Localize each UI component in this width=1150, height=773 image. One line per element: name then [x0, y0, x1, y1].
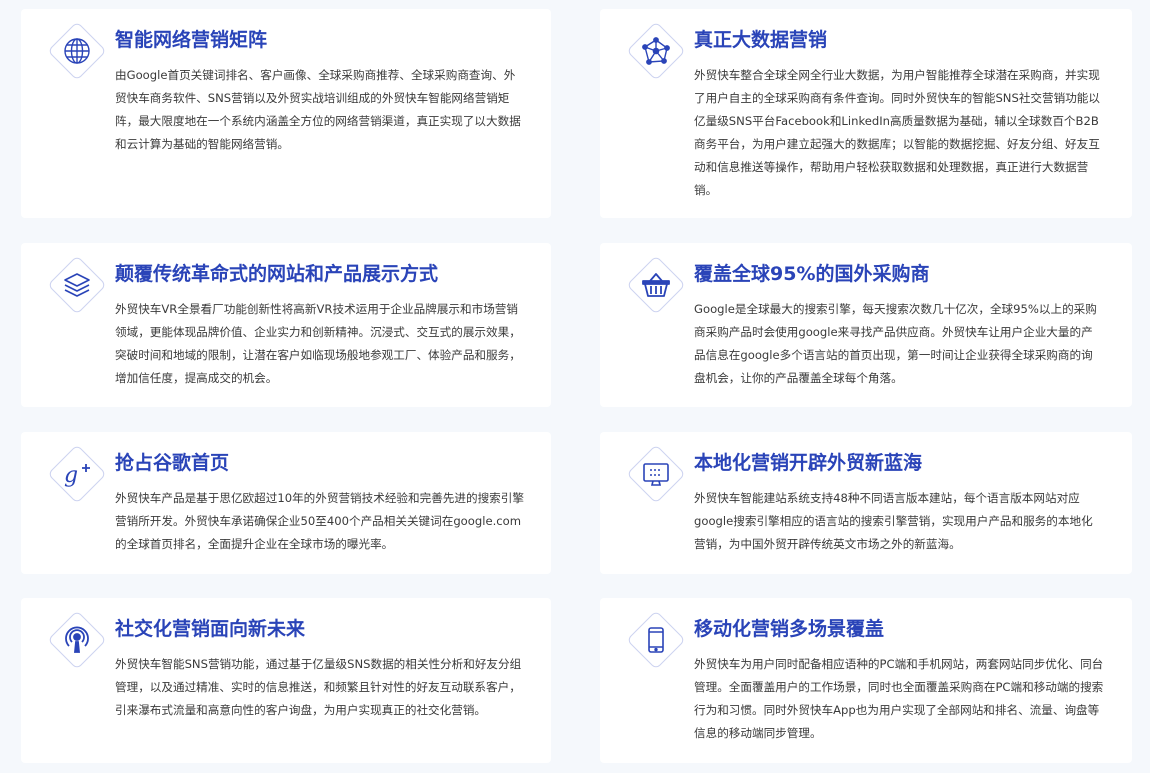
feature-title: 智能网络营销矩阵 — [115, 29, 268, 51]
feature-description: 外贸快车整合全球全网全行业大数据，为用户智能推荐全球潜在采购商，并实现了用户自主… — [694, 68, 1100, 197]
feature-card: 智能网络营销矩阵 由Google首页关键词排名、客户画像、全球采购商推荐、全球采… — [21, 9, 551, 218]
monitor-icon — [626, 444, 686, 504]
feature-description: 外贸快车为用户同时配备相应语种的PC端和手机网站，两套网站同步优化、同台管理。全… — [694, 657, 1104, 740]
globe-icon — [47, 21, 107, 81]
feature-card: 覆盖全球95%的国外采购商 Google是全球最大的搜索引擎，每天搜索次数几十亿… — [600, 243, 1132, 407]
feature-description: 外贸快车智能SNS营销功能，通过基于亿量级SNS数据的相关性分析和好友分组管理，… — [115, 657, 522, 717]
mobile-phone-icon — [626, 610, 686, 670]
network-icon — [626, 21, 686, 81]
podcast-icon — [47, 610, 107, 670]
feature-title: 社交化营销面向新未来 — [115, 618, 306, 640]
feature-card: g 抢占谷歌首页 外贸快车产品是基于思亿欧超过10年的外贸营销技术经验和完善先进… — [21, 432, 551, 574]
feature-description: 外贸快车智能建站系统支持48种不同语言版本建站，每个语言版本网站对应google… — [694, 491, 1093, 551]
basket-icon — [626, 255, 686, 315]
feature-title: 本地化营销开辟外贸新蓝海 — [694, 452, 923, 474]
feature-card: 颠覆传统革命式的网站和产品展示方式 外贸快车VR全景看厂功能创新性将高新VR技术… — [21, 243, 551, 407]
feature-card: 社交化营销面向新未来 外贸快车智能SNS营销功能，通过基于亿量级SNS数据的相关… — [21, 598, 551, 763]
svg-text:g: g — [64, 463, 78, 488]
feature-description: 由Google首页关键词排名、客户画像、全球采购商推荐、全球采购商查询、外贸快车… — [115, 68, 521, 151]
feature-card: 本地化营销开辟外贸新蓝海 外贸快车智能建站系统支持48种不同语言版本建站，每个语… — [600, 432, 1132, 574]
feature-title: 抢占谷歌首页 — [115, 452, 230, 474]
feature-description: 外贸快车VR全景看厂功能创新性将高新VR技术运用于企业品牌展示和市场营销领域，更… — [115, 302, 521, 385]
feature-description: Google是全球最大的搜索引擎，每天搜索次数几十亿次，全球95%以上的采购商采… — [694, 302, 1097, 385]
feature-title: 移动化营销多场景覆盖 — [694, 618, 885, 640]
google-plus-icon: g — [47, 444, 107, 504]
layers-icon — [47, 255, 107, 315]
feature-title: 颠覆传统革命式的网站和产品展示方式 — [115, 263, 439, 285]
feature-title: 覆盖全球95%的国外采购商 — [694, 263, 930, 285]
feature-card: 移动化营销多场景覆盖 外贸快车为用户同时配备相应语种的PC端和手机网站，两套网站… — [600, 598, 1132, 763]
feature-description: 外贸快车产品是基于思亿欧超过10年的外贸营销技术经验和完善先进的搜索引擎营销所开… — [115, 491, 524, 551]
feature-card: 真正大数据营销 外贸快车整合全球全网全行业大数据，为用户智能推荐全球潜在采购商，… — [600, 9, 1132, 218]
feature-title: 真正大数据营销 — [694, 29, 828, 51]
